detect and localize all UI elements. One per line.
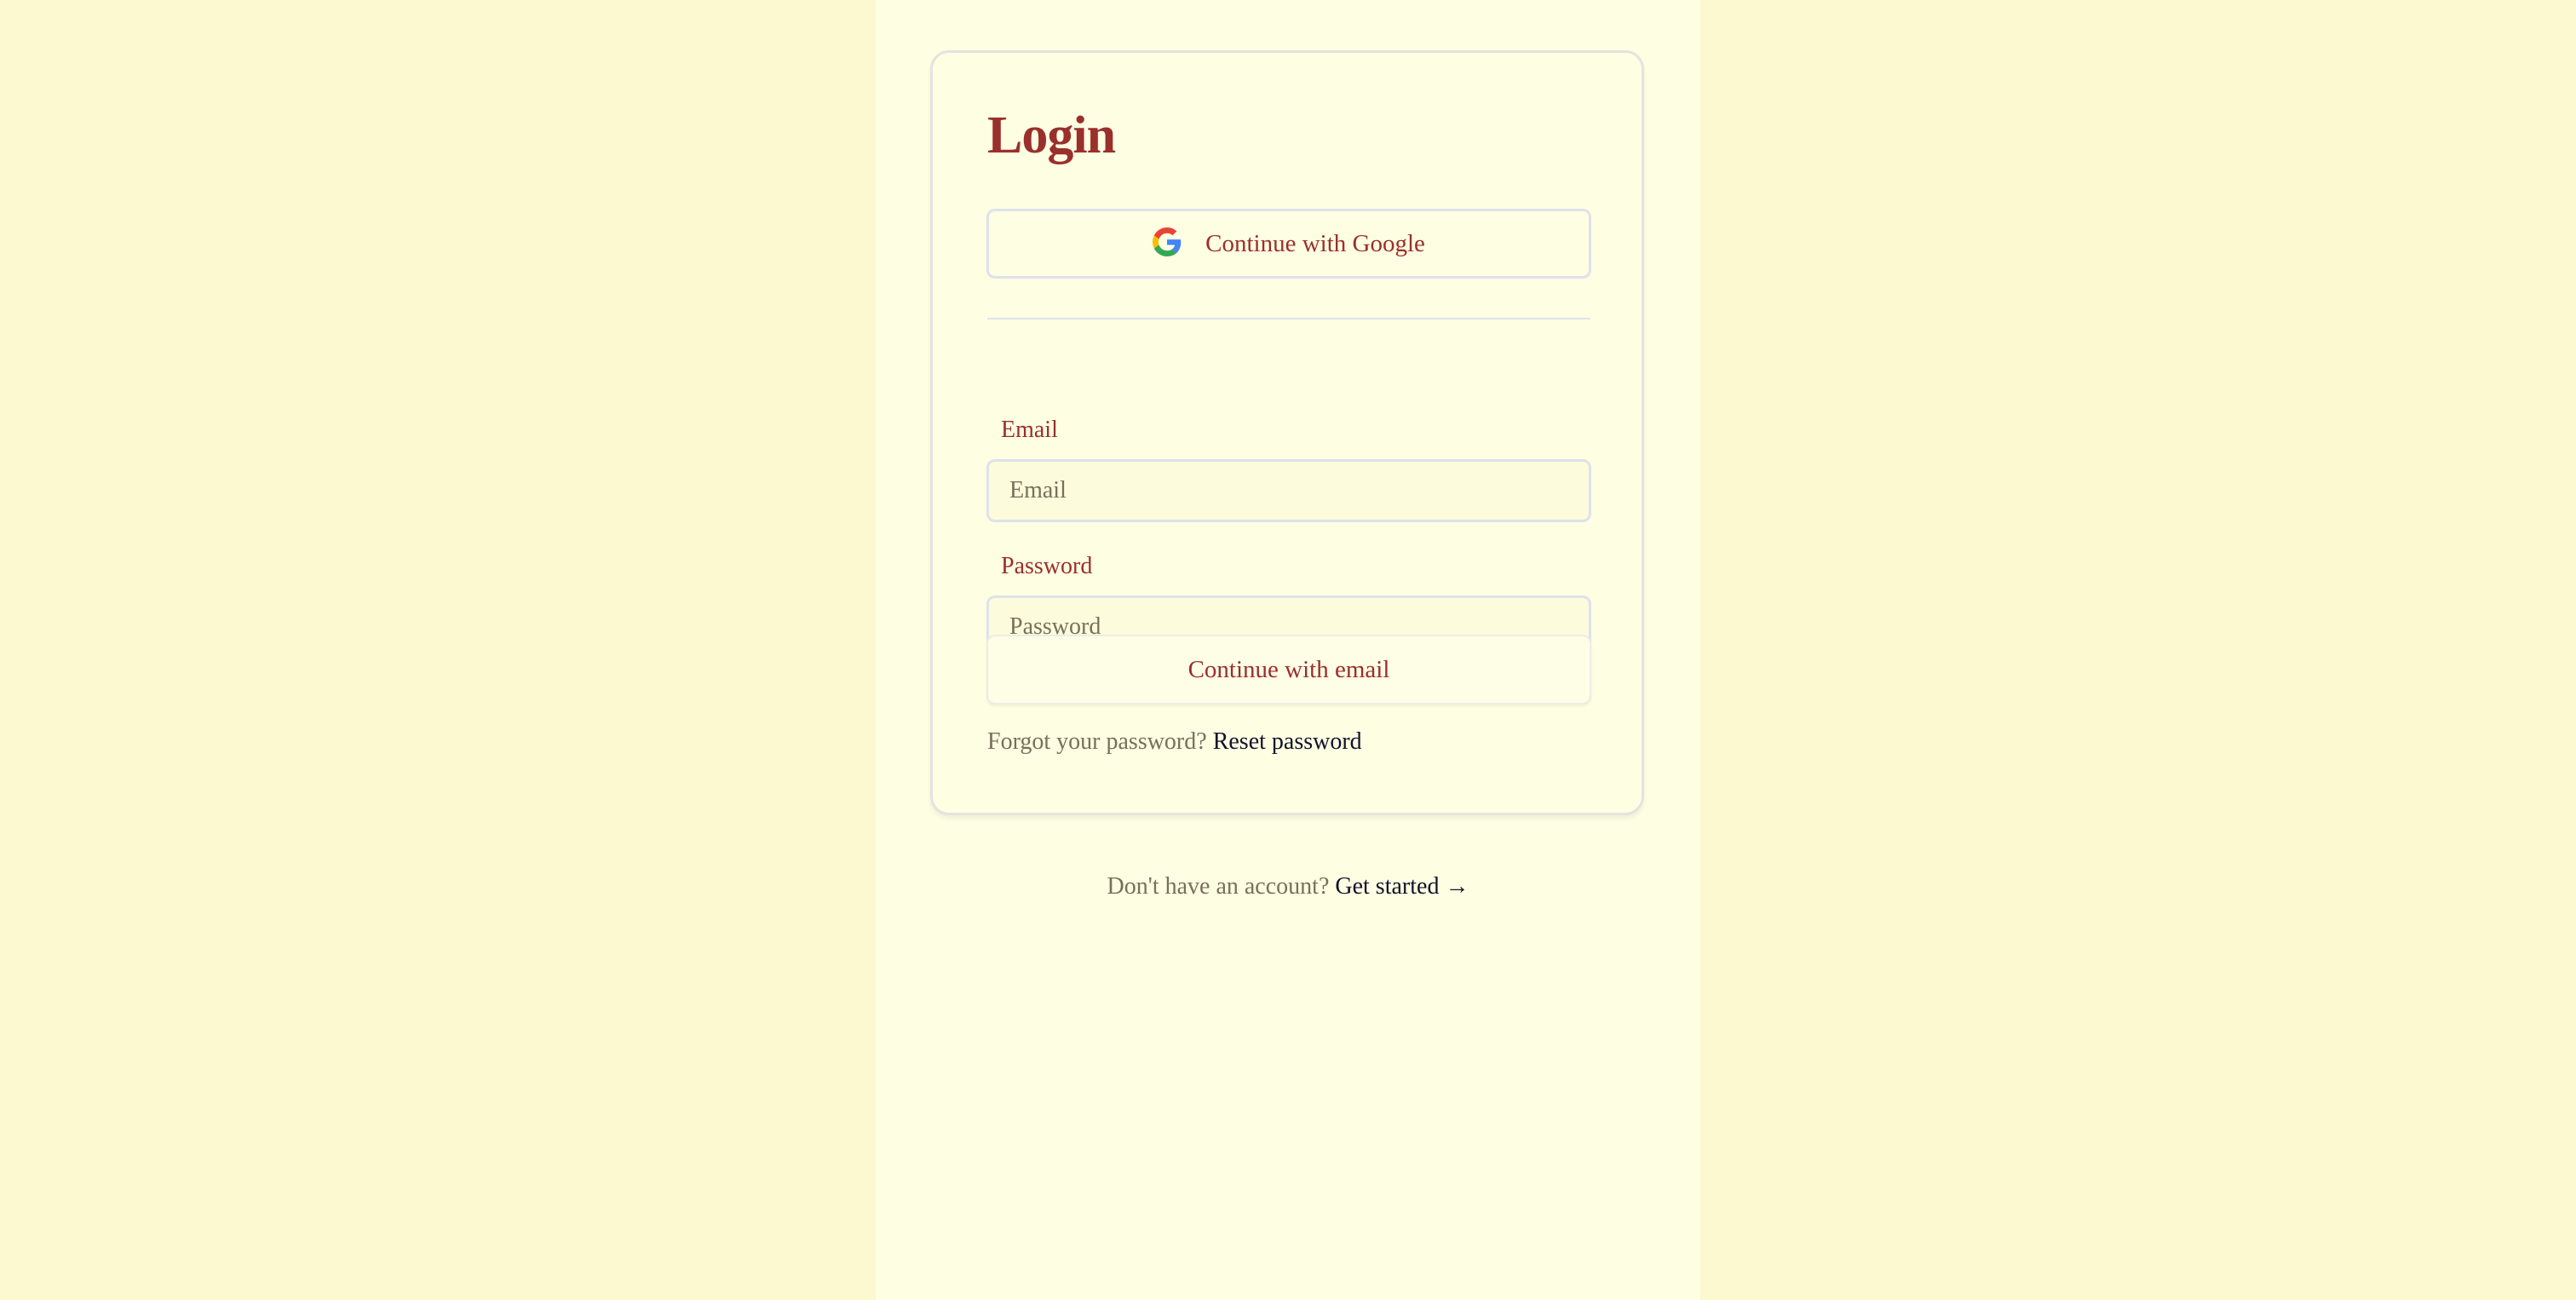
page-title: Login <box>987 106 1116 164</box>
get-started-link[interactable]: Get started → <box>1335 873 1469 900</box>
divider <box>987 318 1590 319</box>
forgot-password-text: Forgot your password? <box>987 728 1207 755</box>
forgot-password-row: Forgot your password? Reset password <box>987 728 1362 756</box>
password-label: Password <box>1001 553 1093 579</box>
google-button-label: Continue with Google <box>1205 229 1425 257</box>
signup-prompt: Don't have an account? <box>1107 873 1330 900</box>
reset-password-link[interactable]: Reset password <box>1213 728 1362 755</box>
signup-row: Don't have an account? Get started → <box>0 873 2576 900</box>
email-label: Email <box>1001 417 1058 443</box>
email-button-label: Continue with email <box>1187 655 1390 683</box>
login-card: Login Continue with Google Email Passwor… <box>930 50 1644 815</box>
continue-with-email-button[interactable]: Continue with email <box>986 635 1591 705</box>
email-input[interactable] <box>986 459 1591 522</box>
continue-with-google-button[interactable]: Continue with Google <box>986 209 1591 279</box>
google-icon <box>1153 227 1182 261</box>
